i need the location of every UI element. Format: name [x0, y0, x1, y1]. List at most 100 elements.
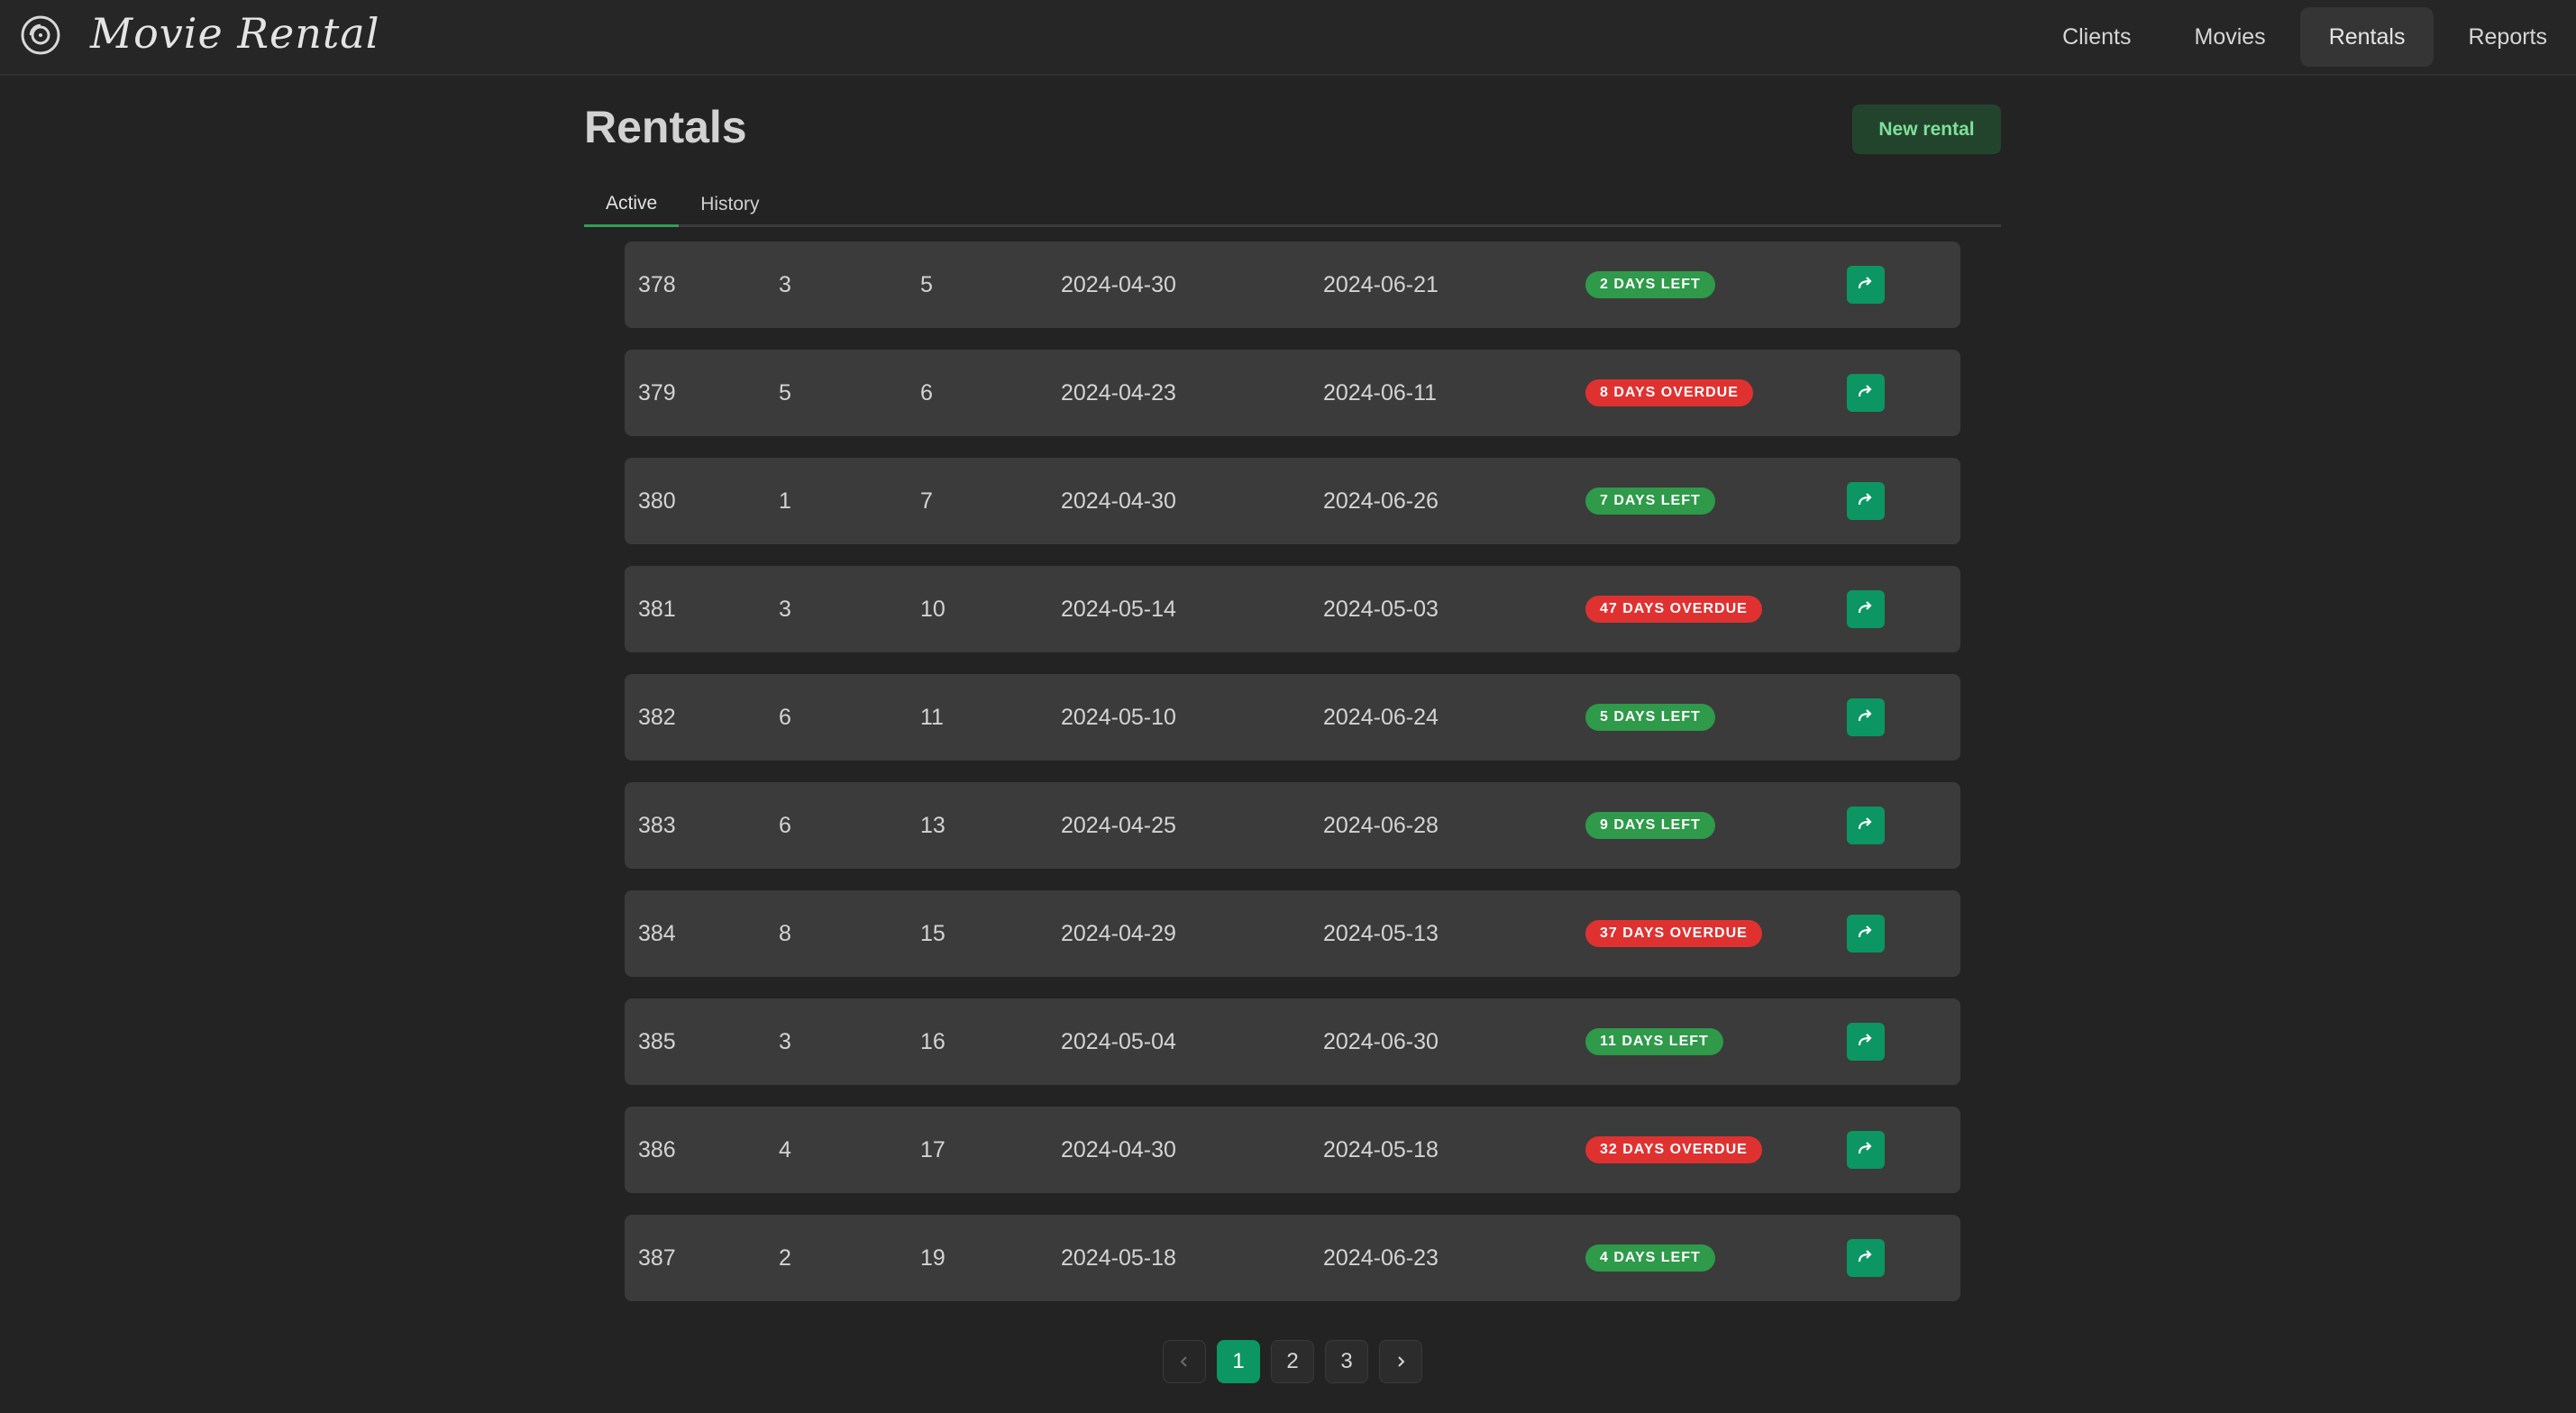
rental-row: 385 3 16 2024-05-04 2024-06-30 11 days left [625, 998, 1960, 1085]
return-arrow-icon [1858, 1034, 1872, 1046]
return-arrow-icon [1858, 493, 1872, 506]
movie-id: 5 [920, 271, 933, 297]
due-date: 2024-05-13 [1323, 920, 1439, 946]
rental-id: 380 [638, 488, 676, 514]
start-date: 2024-05-18 [1061, 1244, 1176, 1271]
start-date: 2024-04-30 [1061, 488, 1176, 514]
due-date: 2024-06-23 [1323, 1244, 1439, 1271]
status-badge: 5 days left [1585, 704, 1715, 731]
page-3-button[interactable]: 3 [1325, 1340, 1368, 1383]
due-date: 2024-06-24 [1323, 704, 1439, 730]
rental-row: 387 2 19 2024-05-18 2024-06-23 4 days left [625, 1215, 1960, 1301]
client-id: 2 [779, 1244, 791, 1271]
return-rental-button[interactable] [1847, 374, 1885, 412]
return-rental-button[interactable] [1847, 482, 1885, 520]
page-1-button[interactable]: 1 [1217, 1340, 1260, 1383]
return-arrow-icon [1858, 709, 1872, 722]
return-arrow-icon [1858, 1250, 1872, 1263]
return-arrow-icon [1858, 601, 1872, 614]
start-date: 2024-05-14 [1061, 596, 1176, 622]
due-date: 2024-06-30 [1323, 1028, 1439, 1054]
status-badge: 7 days left [1585, 488, 1715, 515]
return-rental-button[interactable] [1847, 266, 1885, 304]
movie-id: 16 [920, 1028, 945, 1054]
status-badge: 8 days overdue [1585, 379, 1753, 406]
due-date: 2024-06-21 [1323, 271, 1439, 297]
start-date: 2024-04-30 [1061, 1136, 1176, 1162]
main-nav: Clients Movies Rentals Reports [2028, 7, 2576, 67]
rental-id: 379 [638, 379, 676, 406]
rental-id: 386 [638, 1136, 676, 1162]
return-arrow-icon [1858, 1142, 1872, 1154]
return-arrow-icon [1858, 277, 1872, 289]
rental-id: 378 [638, 271, 676, 297]
client-id: 4 [779, 1136, 791, 1162]
return-arrow-icon [1858, 385, 1872, 397]
movie-id: 17 [920, 1136, 945, 1162]
prev-page-button[interactable] [1163, 1340, 1206, 1383]
start-date: 2024-05-04 [1061, 1028, 1176, 1054]
rental-row: 380 1 7 2024-04-30 2024-06-26 7 days left [625, 458, 1960, 544]
movie-id: 11 [920, 704, 944, 730]
app-title[interactable]: Movie Rental [90, 9, 379, 58]
status-badge: 4 days left [1585, 1244, 1715, 1272]
nav-clients[interactable]: Clients [2033, 7, 2160, 67]
start-date: 2024-05-10 [1061, 704, 1176, 730]
return-arrow-icon [1858, 817, 1872, 830]
client-id: 3 [779, 1028, 791, 1054]
return-rental-button[interactable] [1847, 915, 1885, 953]
rental-row: 381 3 10 2024-05-14 2024-05-03 47 days overdu… [625, 566, 1960, 652]
return-arrow-icon [1858, 925, 1872, 938]
rentals-list: 378 3 5 2024-04-30 2024-06-21 2 days left 379 5… [625, 242, 1960, 1323]
return-rental-button[interactable] [1847, 698, 1885, 736]
pagination: 1 2 3 [1163, 1340, 1433, 1383]
status-badge: 32 days overdue [1585, 1136, 1762, 1163]
chevron-left-icon [1180, 1356, 1187, 1367]
client-id: 5 [779, 379, 791, 406]
tab-active[interactable]: Active [584, 182, 680, 227]
rental-tabs: Active History [584, 182, 2001, 227]
nav-movies[interactable]: Movies [2166, 7, 2295, 67]
new-rental-button[interactable]: New rental [1852, 105, 2001, 154]
rental-row: 383 6 13 2024-04-25 2024-06-28 9 days left [625, 782, 1960, 869]
status-badge: 47 days overdue [1585, 596, 1762, 623]
top-navbar: Movie Rental Clients Movies Rentals Repo… [0, 0, 2576, 76]
movie-id: 15 [920, 920, 945, 946]
client-id: 8 [779, 920, 791, 946]
return-rental-button[interactable] [1847, 1023, 1885, 1061]
rental-row: 386 4 17 2024-04-30 2024-05-18 32 days overdu… [625, 1107, 1960, 1193]
movie-id: 13 [920, 812, 945, 838]
due-date: 2024-06-28 [1323, 812, 1439, 838]
nav-reports[interactable]: Reports [2439, 7, 2576, 67]
rental-row: 384 8 15 2024-04-29 2024-05-13 37 days overdu… [625, 890, 1960, 977]
rental-id: 382 [638, 704, 676, 730]
next-page-button[interactable] [1379, 1340, 1422, 1383]
start-date: 2024-04-29 [1061, 920, 1176, 946]
rental-id: 381 [638, 596, 676, 622]
start-date: 2024-04-23 [1061, 379, 1176, 406]
status-badge: 11 days left [1585, 1028, 1723, 1055]
return-rental-button[interactable] [1847, 1239, 1885, 1277]
tab-history[interactable]: History [679, 182, 781, 227]
movie-id: 7 [920, 488, 933, 514]
client-id: 6 [779, 704, 791, 730]
start-date: 2024-04-25 [1061, 812, 1176, 838]
return-rental-button[interactable] [1847, 1131, 1885, 1169]
client-id: 1 [779, 488, 791, 514]
client-id: 3 [779, 271, 791, 297]
return-rental-button[interactable] [1847, 807, 1885, 844]
start-date: 2024-04-30 [1061, 271, 1176, 297]
film-reel-icon [21, 15, 60, 55]
rental-row: 382 6 11 2024-05-10 2024-06-24 5 days left [625, 674, 1960, 761]
movie-id: 19 [920, 1244, 945, 1271]
movie-id: 6 [920, 379, 933, 406]
due-date: 2024-06-11 [1323, 379, 1438, 406]
status-badge: 2 days left [1585, 271, 1715, 298]
rental-id: 387 [638, 1244, 676, 1271]
page-2-button[interactable]: 2 [1271, 1340, 1314, 1383]
return-rental-button[interactable] [1847, 590, 1885, 628]
nav-rentals[interactable]: Rentals [2299, 7, 2434, 67]
rental-row: 379 5 6 2024-04-23 2024-06-11 8 days overdue [625, 350, 1960, 436]
due-date: 2024-05-03 [1323, 596, 1439, 622]
rental-id: 385 [638, 1028, 676, 1054]
